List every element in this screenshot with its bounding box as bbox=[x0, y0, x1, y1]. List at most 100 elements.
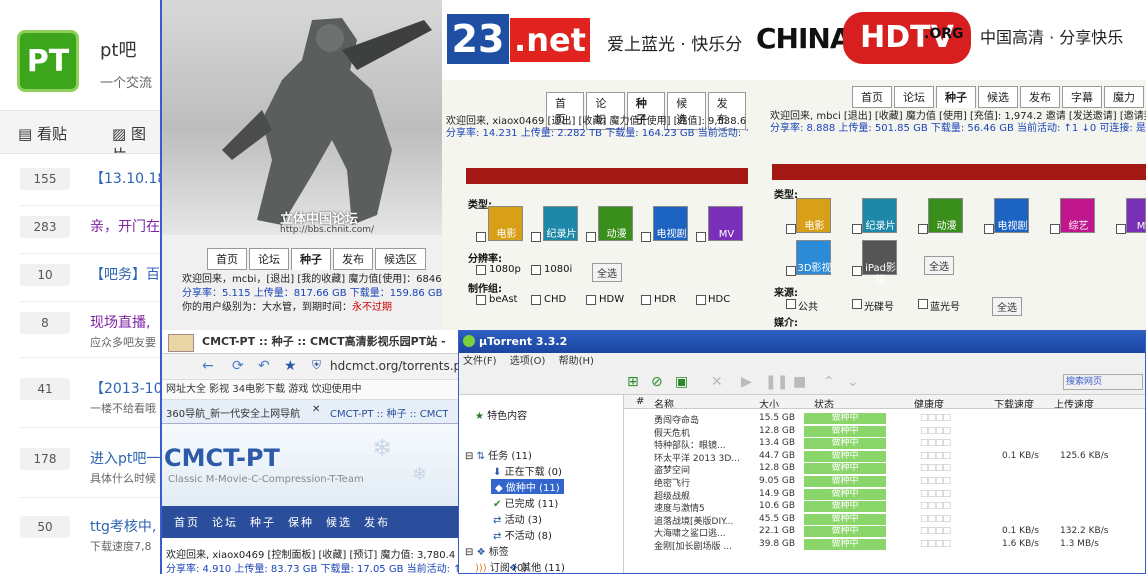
checkbox[interactable] bbox=[852, 224, 862, 234]
bookmarks-bar[interactable]: 网址大全 影视 34电影下载 游戏 饮迎使用中 bbox=[162, 380, 458, 400]
table-row[interactable]: 勇闯夺命岛 15.5 GB 做种中 □□□□ bbox=[624, 413, 1145, 426]
url-field[interactable]: hdcmct.org/torrents.php bbox=[330, 359, 458, 373]
checkbox[interactable] bbox=[852, 299, 862, 309]
sidebar-item-inactive[interactable]: ⇄ 不活动 (8) bbox=[493, 527, 552, 542]
cat-tvseries[interactable]: 电视剧 bbox=[994, 198, 1029, 233]
nav-torrents[interactable]: 种子 bbox=[291, 248, 331, 270]
table-row[interactable]: 追落战境[美版DIY... 45.5 GB 做种中 □□□□ bbox=[624, 513, 1145, 527]
nav-seeding[interactable]: 保种 bbox=[288, 514, 314, 530]
col-index[interactable]: # bbox=[636, 396, 644, 407]
undo-icon[interactable]: ↶ bbox=[258, 358, 270, 374]
checkbox[interactable] bbox=[852, 266, 862, 276]
checkbox[interactable] bbox=[641, 232, 651, 242]
menu-help[interactable]: 帮助(H) bbox=[559, 356, 594, 367]
cat-variety[interactable]: 综艺 bbox=[1060, 198, 1095, 233]
table-row[interactable]: 绝密飞行 9.05 GB 做种中 □□□□ bbox=[624, 476, 1145, 489]
checkbox[interactable] bbox=[786, 299, 796, 309]
nav-torrents[interactable]: 种子 bbox=[250, 514, 276, 530]
table-row[interactable]: 环太平洋 2013 3D... 44.7 GB 做种中 □□□□ 0.1 KB/s 125… bbox=[624, 450, 1145, 464]
col-name[interactable]: 名称 bbox=[654, 396, 674, 408]
list-item[interactable]: 155 【13.10.18 bbox=[20, 158, 166, 206]
post-title[interactable]: 现场直播, bbox=[90, 312, 150, 332]
post-title[interactable]: 进入pt吧一 bbox=[90, 448, 160, 468]
nav-candidates[interactable]: 候选 bbox=[326, 514, 352, 530]
checkbox[interactable] bbox=[531, 295, 541, 305]
cat-tvseries[interactable]: 电视剧 bbox=[653, 206, 688, 241]
col-status[interactable]: 状态 bbox=[814, 396, 834, 408]
table-row[interactable]: 大海啸之鲨口逃... 22.1 GB 做种中 □□□□ 0.1 KB/s 132.2 KB… bbox=[624, 526, 1145, 539]
tab-360[interactable]: 360导航_新一代安全上网导航 bbox=[166, 405, 314, 420]
cat-anime[interactable]: 动漫 bbox=[598, 206, 633, 241]
post-title[interactable]: 【13.10.18 bbox=[90, 168, 166, 188]
list-item[interactable]: 41 【2013-10 一楼不给看哦 bbox=[20, 368, 163, 428]
nav-torrents[interactable]: 种子 bbox=[936, 86, 976, 108]
list-item[interactable]: 8 现场直播, 应众多吧友要 bbox=[20, 302, 160, 358]
list-item[interactable]: 50 ttg考核中, 下载速度7,8 bbox=[20, 506, 160, 566]
table-row[interactable]: 盗梦空间 12.8 GB 做种中 □□□□ bbox=[624, 463, 1145, 476]
remove-icon[interactable]: ✕ bbox=[711, 374, 723, 390]
cat-mv[interactable]: MV bbox=[1126, 198, 1146, 233]
pause-icon[interactable]: ❚❚ bbox=[765, 374, 788, 390]
checkbox[interactable] bbox=[586, 232, 596, 242]
table-row[interactable]: 假天危机 12.8 GB 做种中 □□□□ bbox=[624, 425, 1145, 439]
sidebar-item-downloading[interactable]: ⬇ 正在下载 (0) bbox=[493, 463, 562, 478]
close-icon[interactable]: ✕ bbox=[312, 404, 320, 415]
checkbox[interactable] bbox=[918, 299, 928, 309]
nav-subtitles[interactable]: 字幕 bbox=[1062, 86, 1102, 108]
forum-name[interactable]: pt吧 bbox=[100, 36, 136, 62]
tab-posts[interactable]: ▤ 看贴 bbox=[18, 123, 67, 144]
nav-publish[interactable]: 发布 bbox=[1020, 86, 1060, 108]
checkbox[interactable] bbox=[1050, 224, 1060, 234]
cat-anime[interactable]: 动漫 bbox=[928, 198, 963, 233]
nav-home[interactable]: 首页 bbox=[207, 248, 247, 270]
add-torrent-icon[interactable]: ⊞ bbox=[627, 374, 639, 390]
checkbox[interactable] bbox=[786, 224, 796, 234]
sidebar-item-rss[interactable]: ))) 订阅 (0) bbox=[475, 559, 527, 573]
menu-options[interactable]: 选项(O) bbox=[510, 356, 546, 367]
post-title[interactable]: ttg考核中, bbox=[90, 516, 156, 536]
nav-publish[interactable]: 发布 bbox=[364, 514, 390, 530]
tab-pictures[interactable]: ▨ 图片 bbox=[112, 123, 160, 153]
col-health[interactable]: 健康度 bbox=[914, 396, 944, 408]
checkbox[interactable] bbox=[1116, 224, 1126, 234]
cat-documentary[interactable]: 纪录片 bbox=[543, 206, 578, 241]
table-row[interactable]: 特种部队：眼镜... 13.4 GB 做种中 □□□□ bbox=[624, 438, 1145, 451]
tab-cmct[interactable]: CMCT-PT :: 种子 :: CMCT bbox=[330, 405, 448, 420]
select-all-button[interactable]: 全选 bbox=[592, 263, 622, 282]
cat-mv[interactable]: MV bbox=[708, 206, 743, 241]
nav-forum[interactable]: 论坛 bbox=[212, 514, 238, 530]
checkbox[interactable] bbox=[476, 232, 486, 242]
move-up-icon[interactable]: ⌃ bbox=[823, 374, 835, 390]
back-icon[interactable]: ← bbox=[202, 358, 214, 374]
stop-icon[interactable]: ■ bbox=[793, 374, 806, 390]
list-item[interactable]: 10 【吧务】百 bbox=[20, 254, 160, 302]
list-item[interactable]: 178 进入pt吧一 具体什么时候 bbox=[20, 438, 160, 498]
sidebar-item-active[interactable]: ⇄ 活动 (3) bbox=[493, 511, 542, 526]
table-row[interactable]: 速度与激情5 10.6 GB 做种中 □□□□ bbox=[624, 501, 1145, 514]
checkbox[interactable] bbox=[476, 295, 486, 305]
select-all-button[interactable]: 全选 bbox=[924, 256, 954, 275]
checkbox[interactable] bbox=[586, 295, 596, 305]
nav-candidates[interactable]: 候选 bbox=[978, 86, 1018, 108]
nav-home[interactable]: 首页 bbox=[852, 86, 892, 108]
checkbox[interactable] bbox=[786, 266, 796, 276]
checkbox[interactable] bbox=[641, 295, 651, 305]
sidebar-item-completed[interactable]: ✔ 已完成 (11) bbox=[493, 495, 558, 510]
menu-file[interactable]: 文件(F) bbox=[463, 356, 497, 367]
table-row[interactable]: 金刚[加长剧场版 ... 39.8 GB 做种中 □□□□ 1.6 KB/s 1.3 MB… bbox=[624, 539, 1145, 552]
checkbox[interactable] bbox=[476, 265, 486, 275]
col-size[interactable]: 大小 bbox=[759, 396, 779, 408]
cat-movie[interactable]: 电影 bbox=[796, 198, 831, 233]
refresh-icon[interactable]: ⟳ bbox=[232, 358, 244, 374]
search-input[interactable]: 搜索网页 bbox=[1063, 374, 1143, 390]
nav-forum[interactable]: 论坛 bbox=[249, 248, 289, 270]
cat-ipad[interactable]: iPad影视 bbox=[862, 240, 897, 286]
start-icon[interactable]: ▶ bbox=[741, 374, 752, 390]
checkbox[interactable] bbox=[918, 224, 928, 234]
checkbox[interactable] bbox=[696, 295, 706, 305]
col-down-speed[interactable]: 下载速度 bbox=[994, 396, 1034, 408]
nav-publish[interactable]: 发布 bbox=[333, 248, 373, 270]
sidebar-item-featured[interactable]: ★ 特色内容 bbox=[475, 407, 527, 422]
add-url-icon[interactable]: ⊘ bbox=[651, 374, 663, 390]
cat-3d[interactable]: 3D影视 bbox=[796, 240, 832, 275]
